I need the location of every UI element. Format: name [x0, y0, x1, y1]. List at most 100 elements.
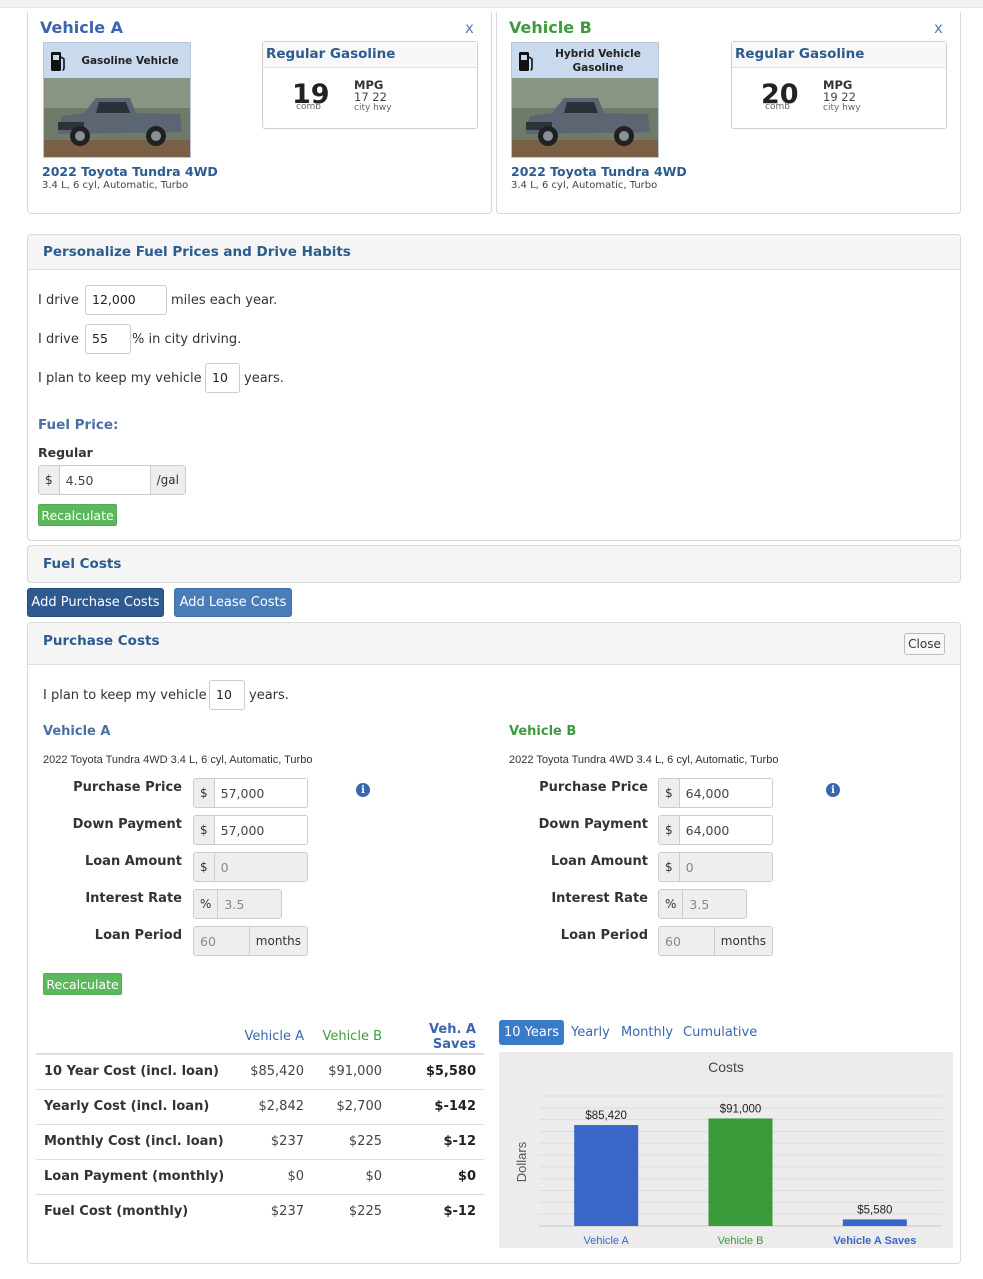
saves-value: $5,580 [390, 1053, 484, 1089]
vehicle-a-close-icon[interactable]: x [465, 19, 474, 37]
percent-addon: % [194, 890, 219, 918]
months-addon: months [248, 927, 307, 955]
city-hwy-label: city hwy [354, 103, 392, 113]
dollar-addon: $ [194, 853, 215, 881]
chart-x-tick-label: Vehicle A Saves [833, 1235, 916, 1247]
recalculate-purchase-button[interactable]: Recalculate [43, 973, 122, 995]
fuel-price-input[interactable]: 4.50 [59, 466, 150, 494]
costs-chart: Costs Dollars $85,420 Vehicle A $91,000 Veh… [514, 1059, 942, 1247]
saves-value: $-12 [390, 1193, 484, 1229]
info-icon[interactable]: i [826, 783, 840, 797]
city-hwy-mpg: 17 22 [354, 90, 387, 104]
comb-label: comb [296, 102, 321, 112]
purchase-costs-panel: Purchase Costs Close I plan to keep my v… [27, 622, 961, 1264]
fuel-price-heading: Fuel Price: [38, 417, 119, 433]
purchase-keep-prefix: I plan to keep my vehicle [43, 688, 207, 703]
row-label: Loan Payment (monthly) [36, 1158, 234, 1194]
photo-label-text: Hybrid Vehicle Gasoline [540, 43, 656, 78]
fuel-type-label: Hybrid Vehicle Gasoline [512, 43, 658, 78]
down-payment-group-a: $ 57,000 [193, 815, 308, 845]
city-hwy-label: city hwy [823, 103, 861, 113]
purchase-vehicle-a-desc: 2022 Toyota Tundra 4WD 3.4 L, 6 cyl, Aut… [43, 754, 313, 766]
tab-monthly[interactable]: Monthly [616, 1020, 678, 1045]
saves-value: $-12 [390, 1123, 484, 1159]
vehicle-b-close-icon[interactable]: x [934, 19, 943, 37]
dollar-addon: $ [659, 816, 680, 844]
loan-amount-label-a: Loan Amount [84, 854, 182, 869]
vehicle-a-fuel-type: Regular Gasoline [263, 42, 477, 68]
purchase-price-label-a: Purchase Price [73, 780, 182, 795]
down-payment-input-b[interactable]: 64,000 [679, 816, 772, 844]
table-header-saves: Veh. A Saves [390, 1020, 484, 1055]
vehicle-a-value: $85,420 [234, 1053, 312, 1089]
interest-rate-input-a[interactable]: 3.5 [218, 890, 281, 918]
chart-x-tick-label: Vehicle A [584, 1235, 630, 1247]
interest-rate-input-b[interactable]: 3.5 [683, 890, 746, 918]
purchase-keep-years-input[interactable]: 10 [209, 680, 245, 710]
interest-rate-label-b: Interest Rate [551, 891, 648, 906]
vehicle-a-name[interactable]: 2022 Toyota Tundra 4WD [42, 164, 218, 179]
vehicle-b-value: $91,000 [312, 1053, 390, 1089]
purchase-keep-suffix: years. [249, 688, 289, 703]
loan-period-input-b[interactable]: 60 [659, 927, 714, 955]
purchase-price-input-b[interactable]: 64,000 [679, 779, 772, 807]
purchase-price-label-b: Purchase Price [539, 780, 648, 795]
tab-cumulative[interactable]: Cumulative [678, 1020, 762, 1045]
truck-image [44, 78, 190, 157]
photo-label-line1: Hybrid Vehicle [555, 47, 641, 60]
city-driving-suffix: % in city driving. [132, 332, 242, 347]
info-icon[interactable]: i [356, 783, 370, 797]
purchase-price-group-a: $ 57,000 [193, 778, 308, 808]
down-payment-label-a: Down Payment [72, 817, 182, 832]
personalize-title: Personalize Fuel Prices and Drive Habits [43, 244, 351, 260]
keep-years-input[interactable]: 10 [205, 363, 240, 393]
drive-miles-suffix: miles each year. [171, 293, 278, 308]
loan-period-input-a[interactable]: 60 [194, 927, 249, 955]
vehicle-b-spec: 3.4 L, 6 cyl, Automatic, Turbo [511, 180, 658, 191]
dollar-addon: $ [194, 779, 215, 807]
dollar-addon: $ [659, 779, 680, 807]
vehicle-a-card: Vehicle A x Gasoline Vehicle Regular Gas… [27, 12, 492, 214]
purchase-price-input-a[interactable]: 57,000 [214, 779, 307, 807]
tab-10-years[interactable]: 10 Years [499, 1020, 564, 1045]
recalculate-fuel-button[interactable]: Recalculate [38, 504, 117, 526]
fuel-costs-title: Fuel Costs [43, 556, 122, 572]
tab-yearly[interactable]: Yearly [566, 1020, 615, 1045]
table-row: 10 Year Cost (incl. loan) $85,420 $91,00… [36, 1053, 484, 1089]
city-driving-percent-input[interactable]: 55 [85, 324, 131, 354]
purchase-costs-title: Purchase Costs [43, 633, 160, 649]
chart-bar [574, 1125, 639, 1226]
purchase-vehicle-b-title: Vehicle B [509, 724, 577, 739]
keep-vehicle-suffix: years. [244, 371, 284, 386]
fuel-costs-panel[interactable]: Fuel Costs [27, 545, 961, 583]
gas-pump-icon [51, 52, 65, 71]
city-driving-prefix: I drive [38, 332, 79, 347]
loan-period-group-a: 60 months [193, 926, 308, 956]
interest-rate-label-a: Interest Rate [85, 891, 182, 906]
dollar-addon: $ [39, 466, 60, 494]
months-addon: months [713, 927, 772, 955]
add-purchase-costs-button[interactable]: Add Purchase Costs [27, 588, 164, 617]
cost-comparison-table: Vehicle A Vehicle B Veh. A Saves 10 Year… [36, 1020, 484, 1229]
table-header-empty [36, 1020, 234, 1055]
loan-period-group-b: 60 months [658, 926, 773, 956]
browser-top-strip [0, 0, 983, 8]
row-label: Yearly Cost (incl. loan) [36, 1088, 234, 1124]
table-row: Fuel Cost (monthly) $237 $225 $-12 [36, 1193, 484, 1229]
vehicle-b-value: $225 [312, 1123, 390, 1159]
vehicle-a-photo: Gasoline Vehicle [43, 42, 191, 158]
gas-pump-icon [519, 52, 533, 71]
purchase-price-group-b: $ 64,000 [658, 778, 773, 808]
vehicle-a-mpg-box: Regular Gasoline 19 comb MPG 17 22 city … [262, 41, 478, 129]
miles-per-year-input[interactable]: 12,000 [85, 285, 167, 315]
add-lease-costs-button[interactable]: Add Lease Costs [174, 588, 292, 617]
table-header-vehicle-b: Vehicle B [312, 1020, 390, 1055]
per-gallon-addon: /gal [149, 466, 185, 494]
chart-bar [842, 1219, 907, 1226]
vehicle-b-name[interactable]: 2022 Toyota Tundra 4WD [511, 164, 687, 179]
vehicle-a-value: $2,842 [234, 1088, 312, 1124]
purchase-costs-header: Purchase Costs Close [28, 623, 960, 665]
table-row: Monthly Cost (incl. loan) $237 $225 $-12 [36, 1123, 484, 1159]
down-payment-input-a[interactable]: 57,000 [214, 816, 307, 844]
close-purchase-button[interactable]: Close [904, 633, 945, 655]
